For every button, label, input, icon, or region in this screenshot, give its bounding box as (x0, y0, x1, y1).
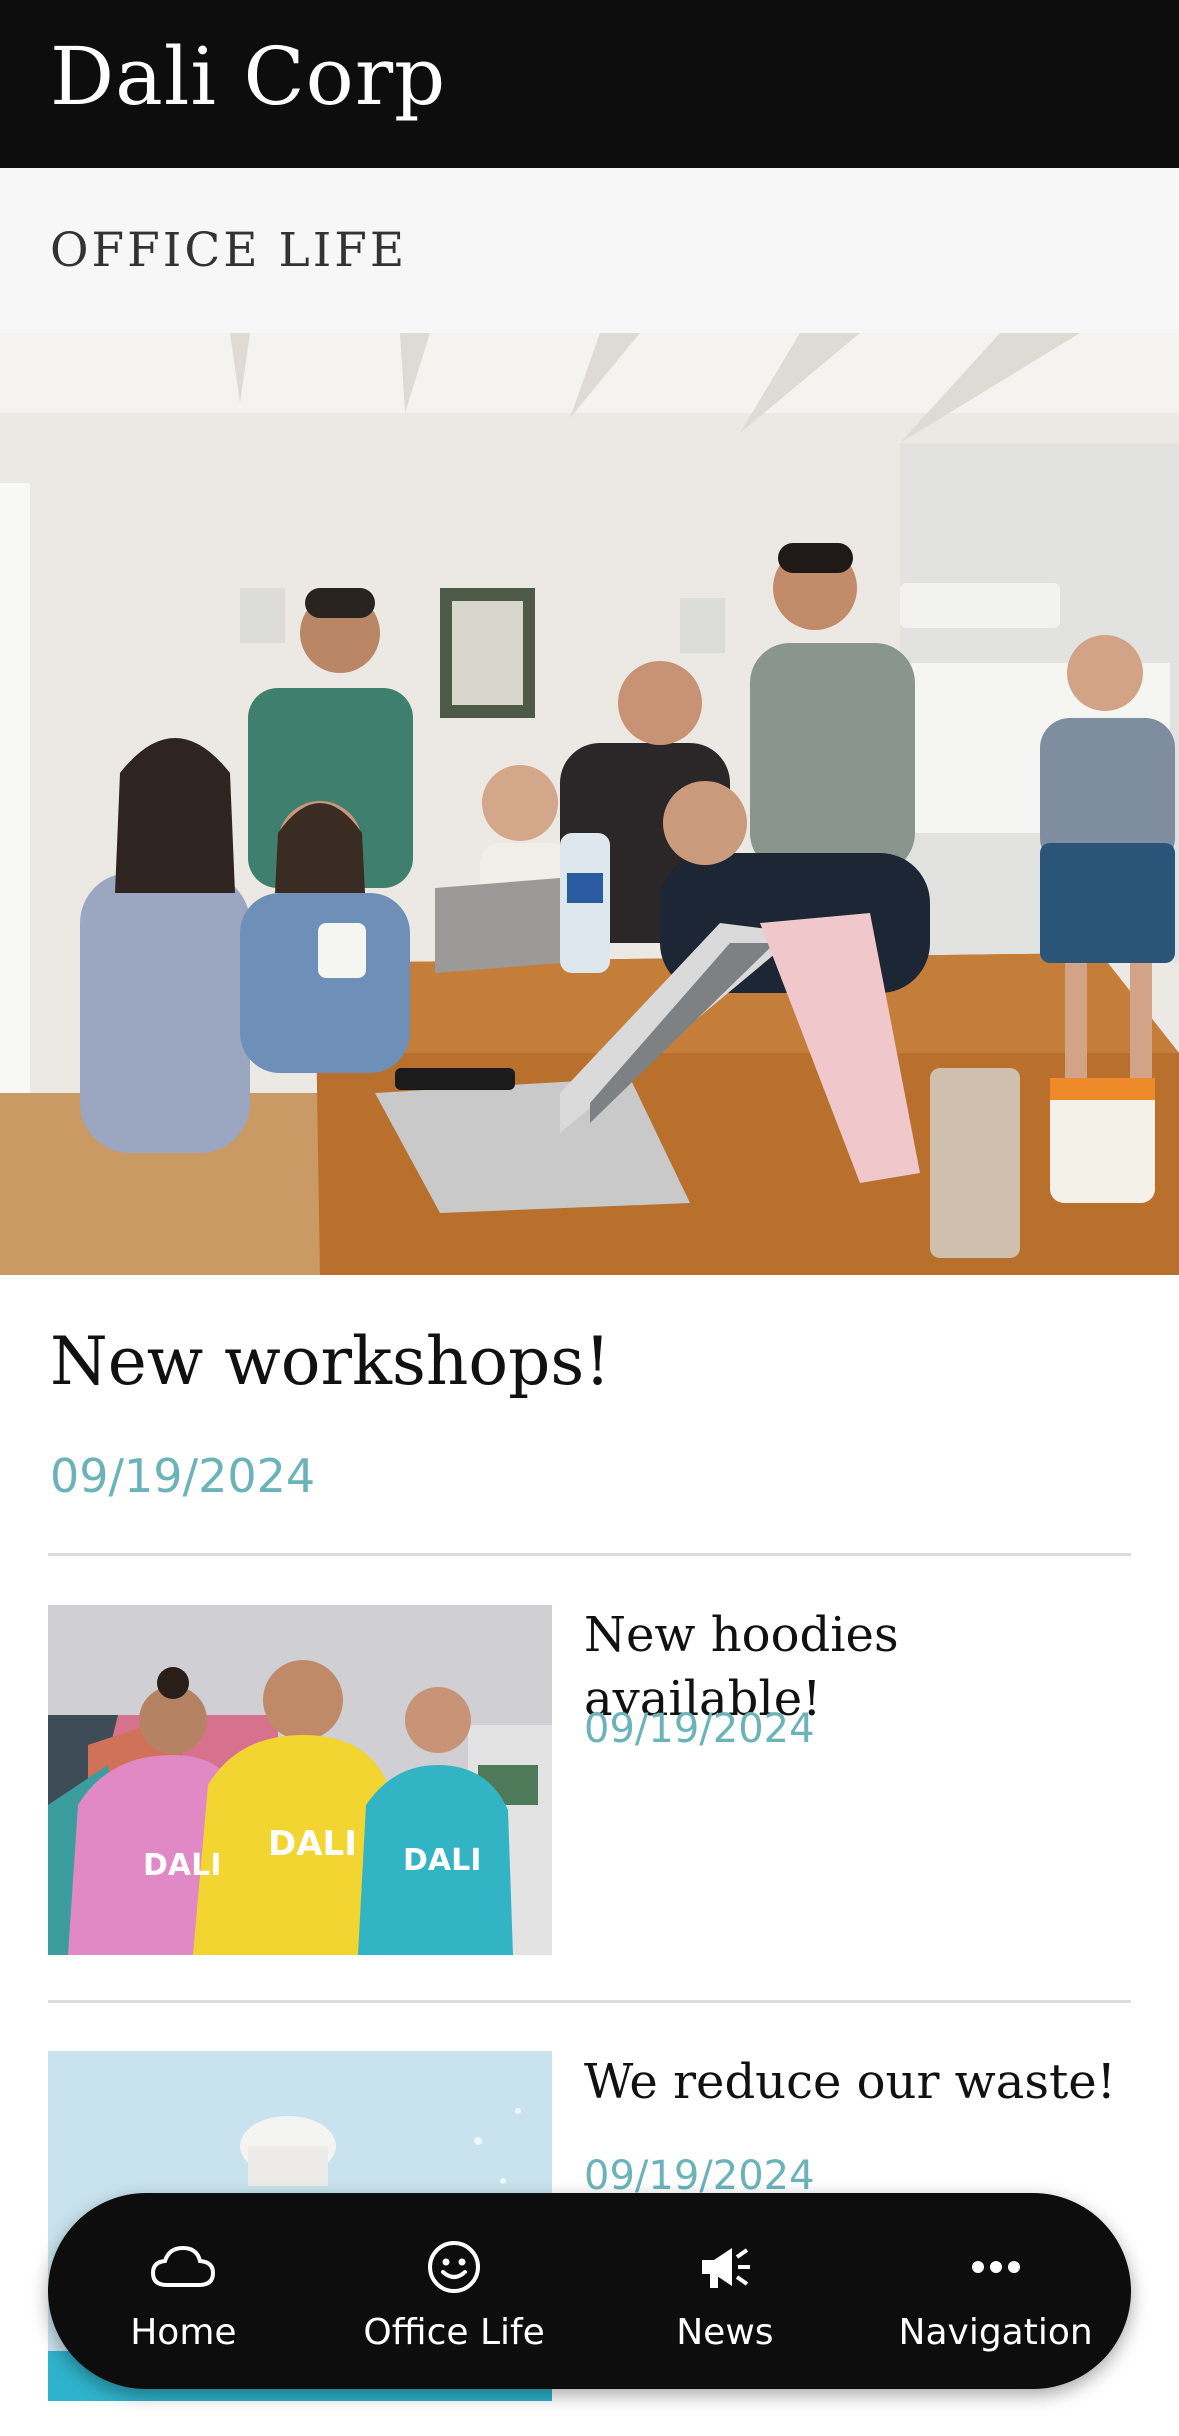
app-header: Dali Corp (0, 0, 1179, 168)
nav-label: Office Life (363, 2312, 545, 2353)
featured-article-date: 09/19/2024 (50, 1449, 316, 1503)
hoodies-photo: DALI DALI DALI (48, 1605, 552, 1955)
bottom-navigation: Home Office Life News Navigation (48, 2193, 1131, 2389)
cloud-icon (151, 2235, 216, 2299)
divider (48, 1553, 1131, 1556)
smiley-icon (427, 2235, 481, 2299)
svg-text:DALI: DALI (268, 1824, 357, 1864)
more-dots-icon (971, 2235, 1021, 2299)
article-thumbnail[interactable]: DALI DALI DALI (48, 1605, 552, 1955)
nav-item-office-life[interactable]: Office Life (319, 2193, 590, 2389)
featured-image[interactable] (0, 333, 1179, 1275)
featured-article-title[interactable]: New workshops! (50, 1312, 611, 1412)
hoodie-logo-text: DALI (143, 1848, 221, 1883)
article-date: 09/19/2024 (584, 1706, 815, 1752)
svg-text:DALI: DALI (403, 1843, 481, 1878)
megaphone-icon (696, 2235, 754, 2299)
article-title[interactable]: We reduce our waste! (584, 2050, 1144, 2114)
nav-item-navigation[interactable]: Navigation (860, 2193, 1131, 2389)
nav-label: Navigation (898, 2312, 1093, 2353)
team-meeting-photo (0, 333, 1179, 1275)
section-header: OFFICE LIFE (0, 168, 1179, 333)
app-title[interactable]: Dali Corp (50, 22, 446, 132)
nav-label: News (676, 2312, 774, 2353)
nav-item-news[interactable]: News (590, 2193, 861, 2389)
nav-item-home[interactable]: Home (48, 2193, 319, 2389)
divider (48, 2000, 1131, 2003)
section-title: OFFICE LIFE (50, 223, 408, 278)
nav-label: Home (130, 2312, 237, 2353)
